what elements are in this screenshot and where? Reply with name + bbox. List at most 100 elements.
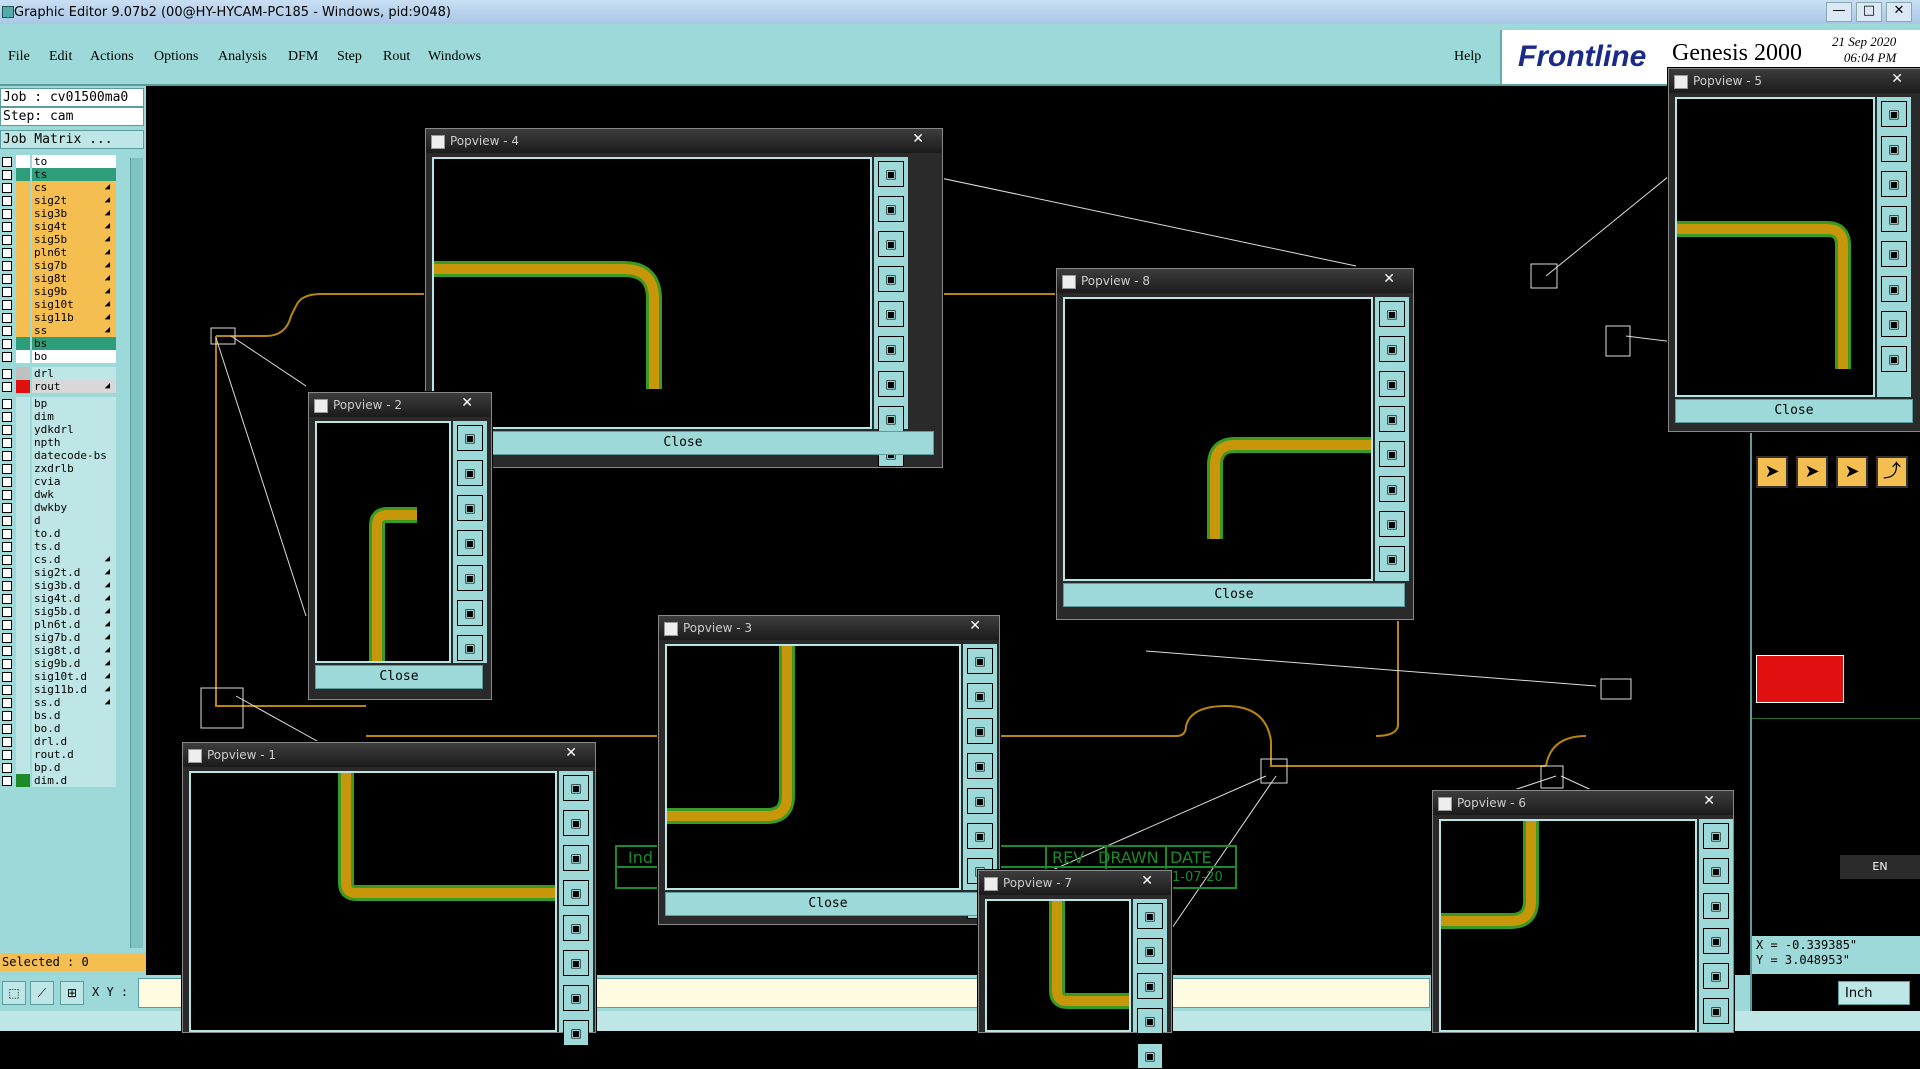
maximize-button[interactable]: □ xyxy=(1856,2,1882,22)
view-tool-icon[interactable]: ▣ xyxy=(1703,823,1729,849)
layer-row[interactable]: bo xyxy=(0,349,118,364)
view-tool-icon[interactable]: ▣ xyxy=(1881,241,1907,267)
popview-window[interactable]: Popview - 4✕▣▣▣▣▣▣▣▣▣Close xyxy=(425,128,943,468)
layer-checkbox[interactable] xyxy=(2,607,12,617)
unit-selector[interactable]: Inch xyxy=(1838,981,1910,1005)
popview-close-button[interactable]: Close xyxy=(315,665,483,689)
popview-close-button[interactable]: Close xyxy=(432,431,934,455)
minimize-button[interactable]: — xyxy=(1826,2,1852,22)
layer-checkbox[interactable] xyxy=(2,196,12,206)
layer-checkbox[interactable] xyxy=(2,685,12,695)
popview-window[interactable]: Popview - 7 ✕ ▣ ▣ ▣ ▣ ▣ xyxy=(978,870,1172,1069)
layer-checkbox[interactable] xyxy=(2,477,12,487)
view-tool-icon[interactable]: ▣ xyxy=(967,683,993,709)
menu-options[interactable]: Options xyxy=(154,49,198,65)
view-tool-icon[interactable]: ▣ xyxy=(878,231,904,257)
view-tool-icon[interactable]: ▣ xyxy=(1379,476,1405,502)
close-icon[interactable]: ✕ xyxy=(969,618,981,634)
layer-checkbox[interactable] xyxy=(2,412,12,422)
view-tool-icon[interactable]: ▣ xyxy=(1881,206,1907,232)
view-tool-icon[interactable]: ▣ xyxy=(1881,171,1907,197)
view-tool-icon[interactable]: ▣ xyxy=(457,530,483,556)
popview-title-bar[interactable]: Popview - 6 ✕ xyxy=(1433,791,1733,815)
view-tool-icon[interactable]: ▣ xyxy=(1881,346,1907,372)
view-tool-icon[interactable]: ▣ xyxy=(967,753,993,779)
layer-checkbox[interactable] xyxy=(2,724,12,734)
layer-checkbox[interactable] xyxy=(2,490,12,500)
layer-checkbox[interactable] xyxy=(2,620,12,630)
popview-title-bar[interactable]: Popview - 3 ✕ xyxy=(659,616,999,640)
view-tool-icon[interactable]: ▣ xyxy=(878,336,904,362)
popview-title-bar[interactable]: Popview - 4 ✕ xyxy=(426,129,942,153)
close-icon[interactable]: ✕ xyxy=(1383,271,1395,287)
popview-canvas[interactable] xyxy=(665,644,961,890)
view-tool-icon[interactable]: ▣ xyxy=(1379,336,1405,362)
layer-checkbox[interactable] xyxy=(2,581,12,591)
layer-checkbox[interactable] xyxy=(2,451,12,461)
view-tool-icon[interactable]: ▣ xyxy=(1703,928,1729,954)
close-icon[interactable]: ✕ xyxy=(565,745,577,761)
layer-checkbox[interactable] xyxy=(2,313,12,323)
view-tool-icon[interactable]: ▣ xyxy=(1703,858,1729,884)
menu-file[interactable]: File xyxy=(8,49,30,65)
view-tool-icon[interactable]: ▣ xyxy=(1379,546,1405,572)
view-tool-icon[interactable]: ▣ xyxy=(878,266,904,292)
layer-checkbox[interactable] xyxy=(2,300,12,310)
layer-checkbox[interactable] xyxy=(2,503,12,513)
view-tool-icon[interactable]: ▣ xyxy=(1881,311,1907,337)
snap-tool-icon[interactable]: ⬚ xyxy=(2,981,26,1005)
select-arrow-icon[interactable]: ➤ xyxy=(1756,456,1788,488)
view-tool-icon[interactable]: ▣ xyxy=(878,161,904,187)
view-tool-icon[interactable]: ▣ xyxy=(1379,511,1405,537)
view-tool-icon[interactable]: ▣ xyxy=(1137,1008,1163,1034)
menu-windows[interactable]: Windows xyxy=(428,49,481,65)
layer-checkbox[interactable] xyxy=(2,776,12,786)
view-tool-icon[interactable]: ▣ xyxy=(1137,938,1163,964)
layer-checkbox[interactable] xyxy=(2,222,12,232)
select-arrow-3-icon[interactable]: ➤ xyxy=(1836,456,1868,488)
layer-row[interactable]: rout ◢ xyxy=(0,379,118,394)
view-tool-icon[interactable]: ▣ xyxy=(878,196,904,222)
layer-checkbox[interactable] xyxy=(2,568,12,578)
popview-close-button[interactable]: Close xyxy=(1675,399,1913,423)
view-tool-icon[interactable]: ▣ xyxy=(878,301,904,327)
view-tool-icon[interactable]: ▣ xyxy=(563,915,589,941)
popview-canvas[interactable] xyxy=(1063,297,1373,581)
popview-title-bar[interactable]: Popview - 5 ✕ xyxy=(1669,69,1920,93)
layer-checkbox[interactable] xyxy=(2,529,12,539)
layer-checkbox[interactable] xyxy=(2,711,12,721)
close-icon[interactable]: ✕ xyxy=(1703,793,1715,809)
layer-row[interactable]: dim.d xyxy=(0,773,118,788)
view-tool-icon[interactable]: ▣ xyxy=(563,775,589,801)
layer-checkbox[interactable] xyxy=(2,763,12,773)
menu-actions[interactable]: Actions xyxy=(90,49,134,65)
layer-checkbox[interactable] xyxy=(2,464,12,474)
grid-tool-icon[interactable]: ⊞ xyxy=(60,981,84,1005)
popview-window[interactable]: Popview - 6 ✕ ▣ ▣ ▣ ▣ ▣ ▣ xyxy=(1432,790,1734,1033)
view-tool-icon[interactable]: ▣ xyxy=(563,1020,589,1046)
popview-canvas[interactable] xyxy=(985,899,1131,1032)
layer-checkbox[interactable] xyxy=(2,438,12,448)
menu-help[interactable]: Help xyxy=(1454,49,1481,65)
view-tool-icon[interactable]: ▣ xyxy=(1137,1043,1163,1069)
close-window-button[interactable]: ✕ xyxy=(1886,2,1912,22)
layer-checkbox[interactable] xyxy=(2,659,12,669)
layer-checkbox[interactable] xyxy=(2,399,12,409)
menu-step[interactable]: Step xyxy=(337,49,362,65)
popview-title-bar[interactable]: Popview - 8 ✕ xyxy=(1057,269,1413,293)
layer-checkbox[interactable] xyxy=(2,369,12,379)
view-tool-icon[interactable]: ▣ xyxy=(1881,136,1907,162)
menu-edit[interactable]: Edit xyxy=(49,49,72,65)
layer-name[interactable]: bo xyxy=(32,350,116,363)
measure-tool-icon[interactable]: ⟋ xyxy=(30,981,54,1005)
popview-window[interactable]: Popview - 2 ✕ ▣ ▣ ▣ ▣ ▣ ▣ ▣ Close xyxy=(308,392,492,700)
view-tool-icon[interactable]: ▣ xyxy=(1703,998,1729,1024)
layer-checkbox[interactable] xyxy=(2,261,12,271)
layer-checkbox[interactable] xyxy=(2,235,12,245)
popview-canvas[interactable] xyxy=(1439,819,1697,1032)
view-tool-icon[interactable]: ▣ xyxy=(1703,893,1729,919)
layer-checkbox[interactable] xyxy=(2,287,12,297)
view-tool-icon[interactable]: ▣ xyxy=(1703,963,1729,989)
view-tool-icon[interactable]: ▣ xyxy=(563,880,589,906)
layer-checkbox[interactable] xyxy=(2,698,12,708)
